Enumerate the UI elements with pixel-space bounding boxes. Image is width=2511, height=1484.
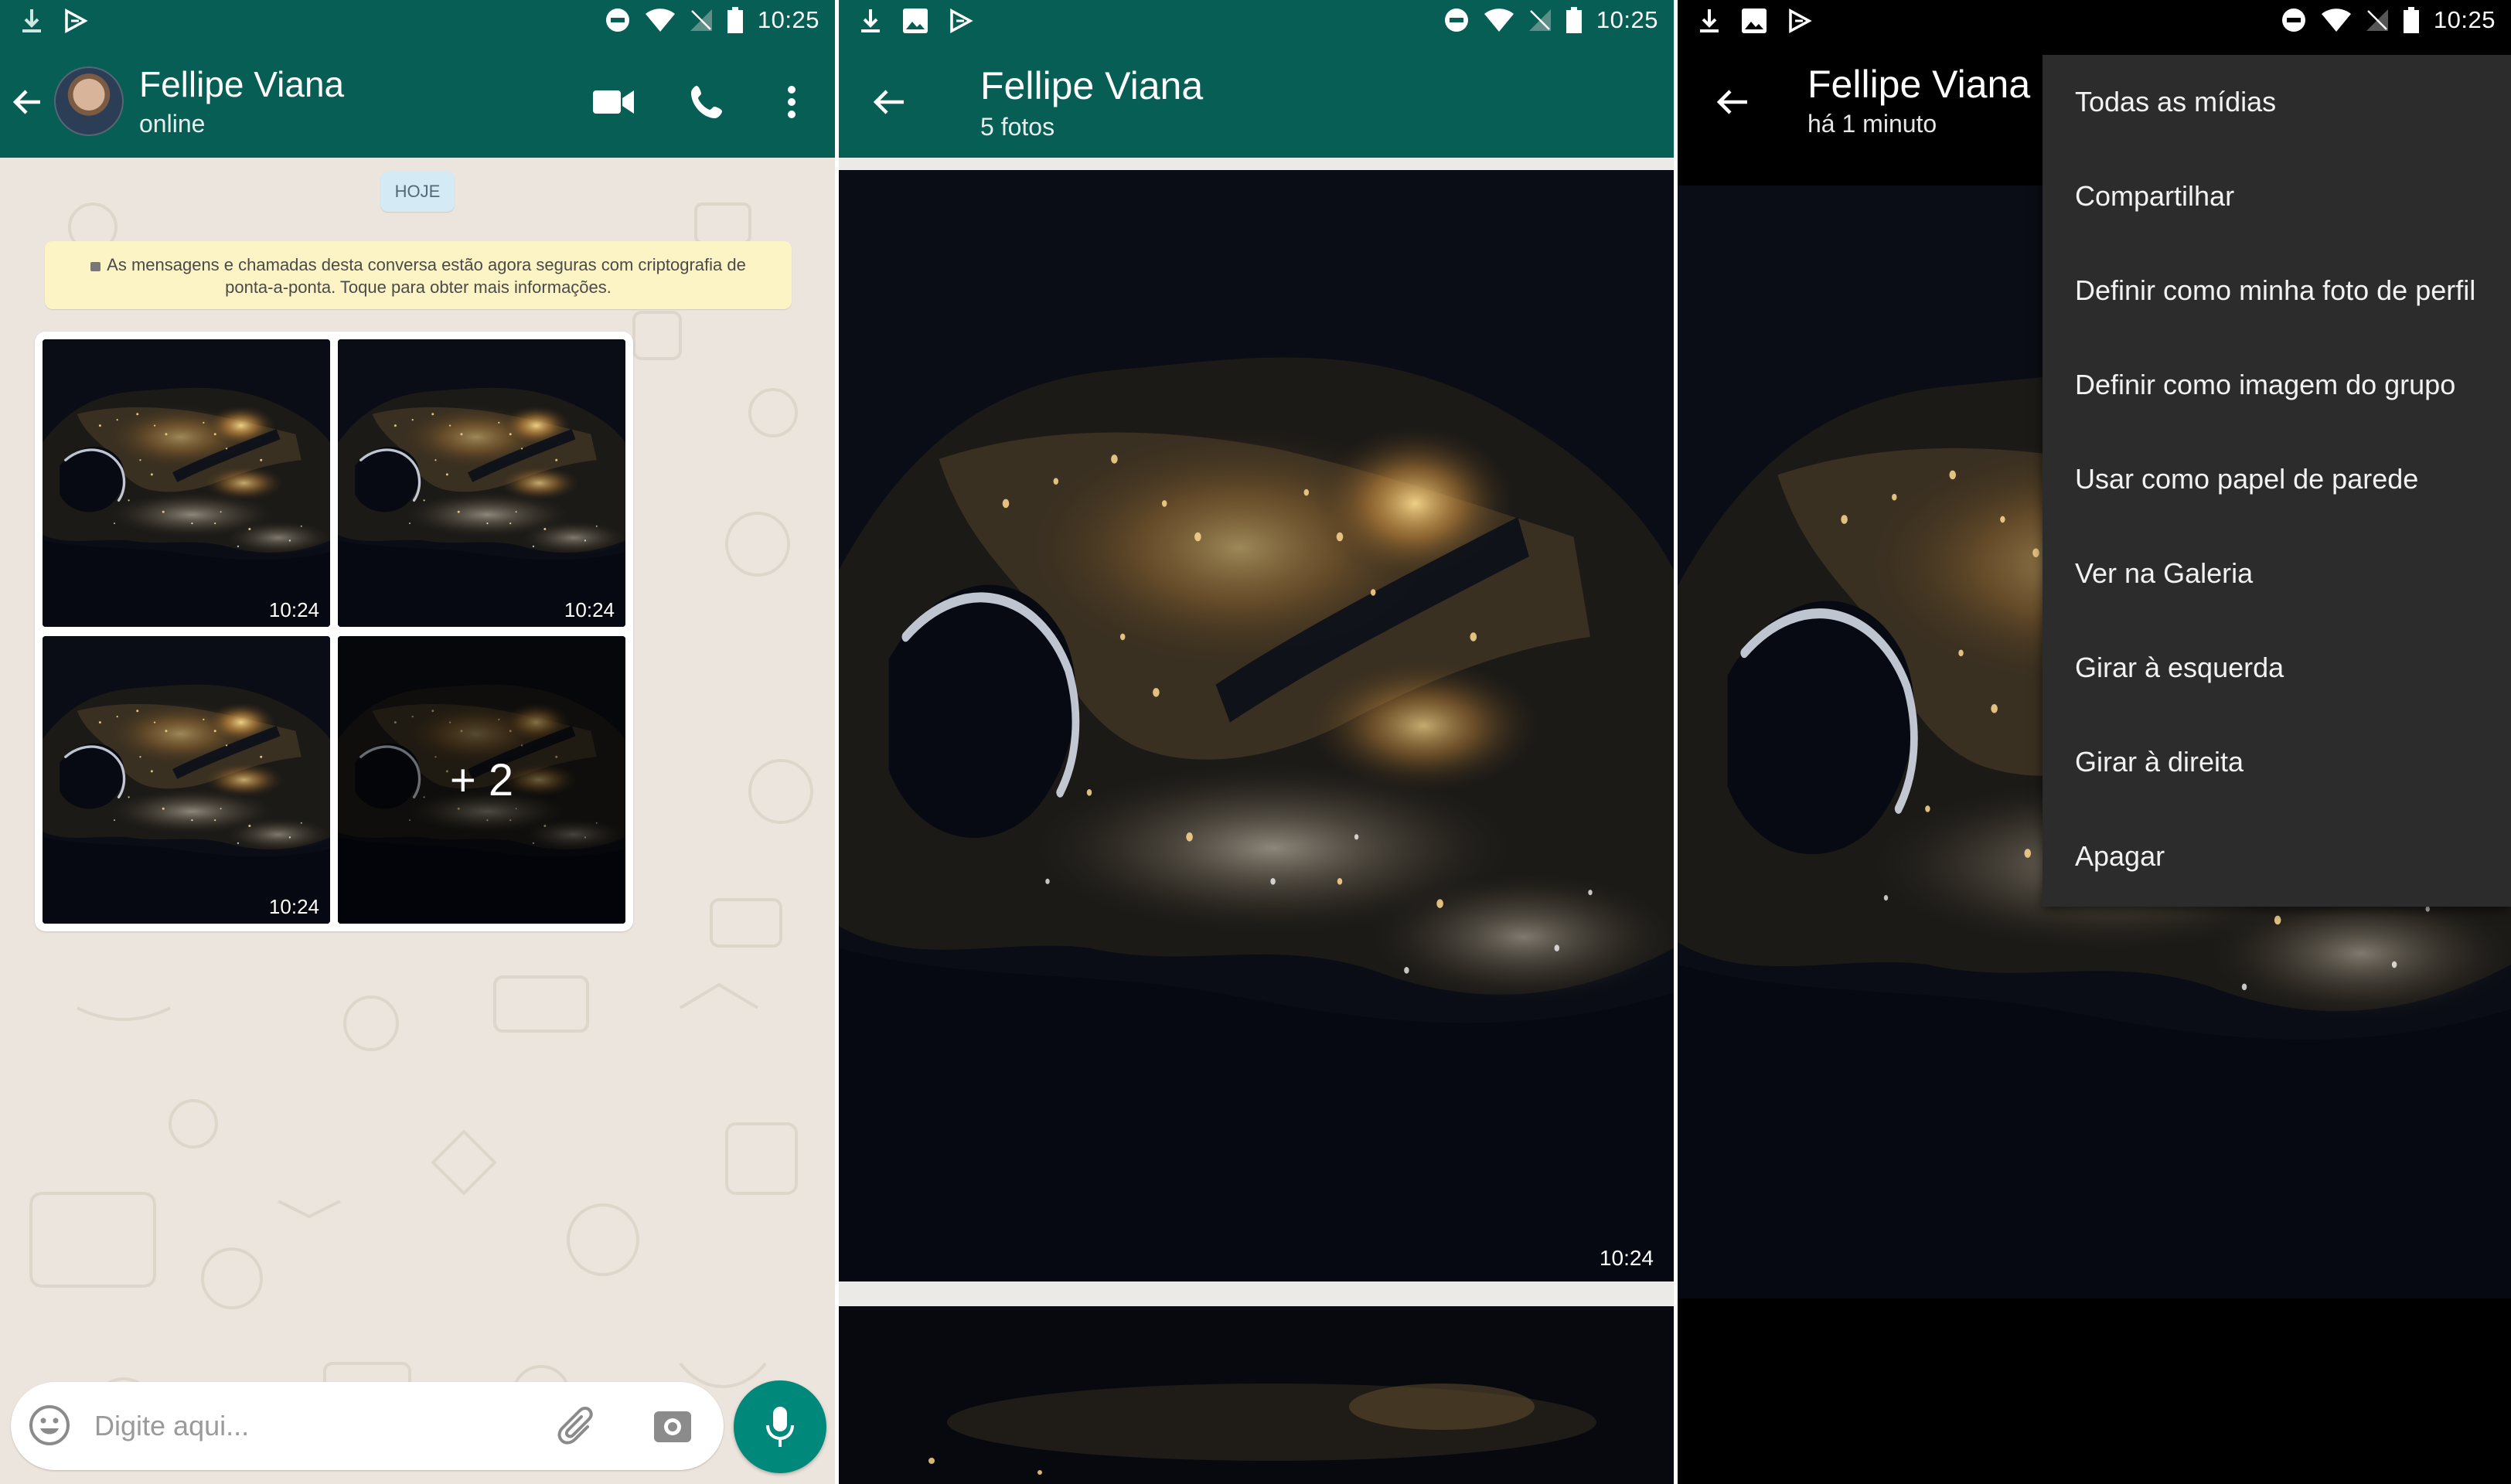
contact-name[interactable]: Fellipe Viana xyxy=(139,63,344,105)
no-signal-icon xyxy=(2366,9,2388,31)
media-title: Fellipe Viana xyxy=(980,64,1204,107)
download-icon xyxy=(861,9,880,32)
image-icon xyxy=(1742,9,1767,33)
media-photo-image xyxy=(839,170,1674,1281)
album-photo-image xyxy=(338,339,625,627)
more-photos-count: + 2 xyxy=(449,754,514,805)
album-photo-image xyxy=(43,339,330,627)
media-photo-next[interactable] xyxy=(839,1306,1674,1484)
lock-icon xyxy=(90,262,101,271)
status-bar: 10:25 xyxy=(1678,0,2511,46)
photo-time: 10:24 xyxy=(268,598,319,621)
menu-item-set-group-image[interactable]: Definir como imagem do grupo xyxy=(2043,338,2511,432)
chat-appbar: Fellipe Viana online xyxy=(0,46,835,158)
status-bar: 10:25 xyxy=(0,0,835,46)
message-composer: Digite aqui... xyxy=(11,1382,724,1470)
menu-item-rotate-right[interactable]: Girar à direita xyxy=(2043,715,2511,809)
paperclip-icon xyxy=(557,1407,593,1445)
media-appbar: Fellipe Viana 5 fotos xyxy=(839,46,1674,158)
back-button[interactable] xyxy=(1705,74,1761,130)
image-icon xyxy=(903,9,928,33)
emoji-button[interactable] xyxy=(28,1404,71,1451)
album-photo[interactable]: 10:24 xyxy=(43,636,330,924)
status-time: 10:25 xyxy=(2433,6,2496,33)
media-photo-image xyxy=(839,1306,1674,1484)
viewer-subtitle: há 1 minuto xyxy=(1807,110,1937,138)
do-not-disturb-icon xyxy=(1444,9,1468,32)
album-photo-image xyxy=(43,636,330,924)
voice-call-button[interactable] xyxy=(680,77,734,127)
menu-item-delete[interactable]: Apagar xyxy=(2043,809,2511,904)
do-not-disturb-icon xyxy=(2281,9,2305,32)
media-list-screen: 10:25 Fellipe Viana 5 fotos 10:24 xyxy=(839,0,1674,1484)
camera-button[interactable] xyxy=(651,1404,694,1451)
wifi-icon xyxy=(645,9,675,32)
message-input[interactable]: Digite aqui... xyxy=(94,1410,249,1442)
no-signal-icon xyxy=(690,9,712,31)
play-store-icon xyxy=(950,9,973,33)
encryption-notice[interactable]: As mensagens e chamadas desta conversa e… xyxy=(45,241,792,309)
download-icon xyxy=(1700,9,1719,32)
photo-album-message: 10:24 10:24 10:24 + 2 xyxy=(35,332,633,931)
play-store-icon xyxy=(65,9,88,33)
mic-icon xyxy=(766,1407,794,1447)
album-photo[interactable]: 10:24 xyxy=(338,339,625,627)
menu-item-set-wallpaper[interactable]: Usar como papel de parede xyxy=(2043,432,2511,526)
menu-item-set-profile-photo[interactable]: Definir como minha foto de perfil xyxy=(2043,243,2511,338)
back-button[interactable] xyxy=(862,74,918,130)
media-subtitle: 5 fotos xyxy=(980,113,1055,141)
chat-screen: 10:25 Fellipe Viana online HOJE As mensa… xyxy=(0,0,835,1484)
photo-time: 10:24 xyxy=(564,598,615,621)
arrow-left-icon xyxy=(1716,90,1747,114)
album-more-photos[interactable]: + 2 xyxy=(338,636,625,924)
wifi-icon xyxy=(1484,9,1514,32)
status-time: 10:25 xyxy=(757,6,819,33)
more-vert-icon xyxy=(788,86,796,118)
wifi-icon xyxy=(2321,9,2351,32)
menu-item-view-in-gallery[interactable]: Ver na Galeria xyxy=(2043,526,2511,621)
photo-time: 10:24 xyxy=(268,895,319,918)
arrow-left-icon xyxy=(873,90,904,114)
photo-viewer-screen: 10:25 Fellipe Viana há 1 minuto Todas as… xyxy=(1678,0,2511,1484)
date-chip: HOJE xyxy=(380,172,455,212)
voice-message-button[interactable] xyxy=(734,1380,826,1473)
arrow-left-icon xyxy=(12,90,40,114)
camera-icon xyxy=(654,1411,691,1442)
no-signal-icon xyxy=(1528,9,1551,31)
battery-icon xyxy=(2403,7,2419,33)
battery-icon xyxy=(1566,7,1582,33)
video-call-button[interactable] xyxy=(586,79,642,125)
videocam-icon xyxy=(593,90,634,114)
photo-time: 10:24 xyxy=(1599,1246,1654,1270)
album-photo[interactable]: 10:24 xyxy=(43,339,330,627)
viewer-title: Fellipe Viana xyxy=(1807,63,2031,106)
overflow-menu: Todas as mídias Compartilhar Definir com… xyxy=(2043,55,2511,907)
encryption-notice-text: As mensagens e chamadas desta conversa e… xyxy=(107,255,746,297)
menu-item-share[interactable]: Compartilhar xyxy=(2043,149,2511,243)
download-icon xyxy=(22,9,41,32)
menu-item-all-media[interactable]: Todas as mídias xyxy=(2043,55,2511,149)
media-photo[interactable]: 10:24 xyxy=(839,170,1674,1281)
do-not-disturb-icon xyxy=(605,9,629,32)
play-store-icon xyxy=(1789,9,1812,33)
avatar[interactable] xyxy=(54,66,124,136)
status-time: 10:25 xyxy=(1596,6,1658,33)
menu-item-rotate-left[interactable]: Girar à esquerda xyxy=(2043,621,2511,715)
battery-icon xyxy=(727,7,743,33)
contact-status: online xyxy=(139,110,206,138)
status-bar: 10:25 xyxy=(839,0,1674,46)
overflow-menu-button[interactable] xyxy=(768,77,815,127)
emoji-icon xyxy=(29,1405,70,1445)
back-button[interactable] xyxy=(5,74,51,130)
phone-icon xyxy=(691,86,722,118)
attach-button[interactable] xyxy=(557,1404,600,1451)
